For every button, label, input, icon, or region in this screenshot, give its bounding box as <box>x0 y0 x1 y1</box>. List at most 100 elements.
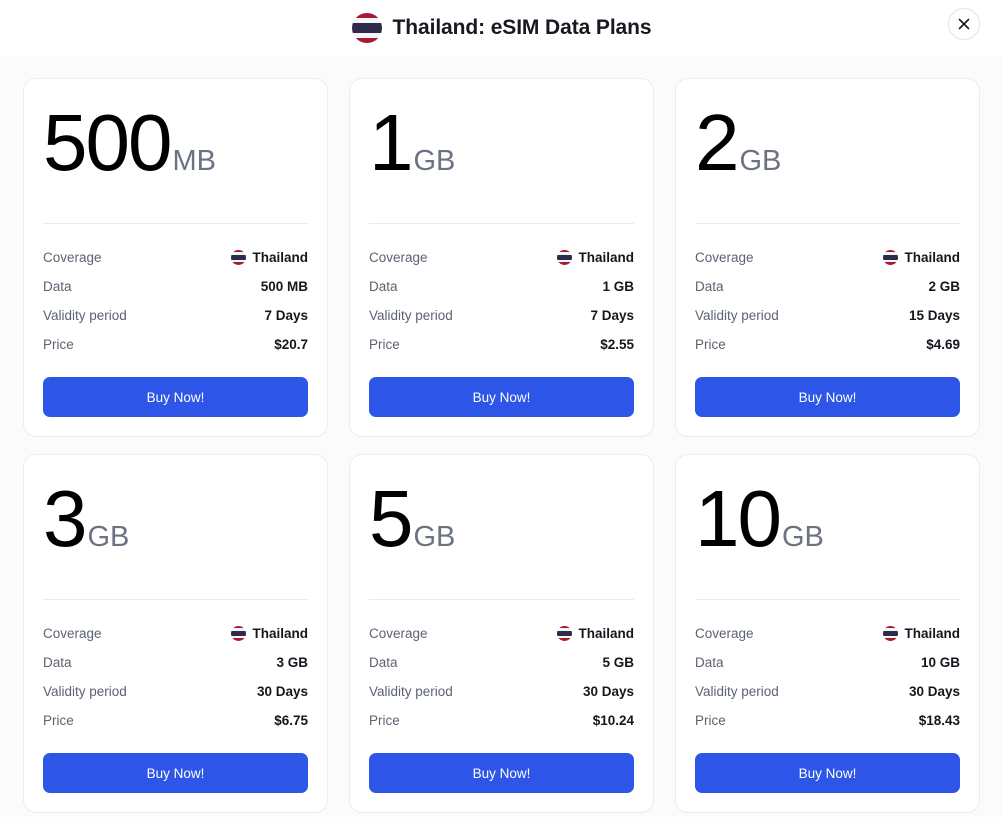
buy-now-button[interactable]: Buy Now! <box>695 377 960 417</box>
spec-label: Price <box>369 337 400 352</box>
buy-now-button[interactable]: Buy Now! <box>43 753 308 793</box>
spec-label: Coverage <box>43 250 102 265</box>
spec-row-data: Data 500 MB <box>43 279 308 294</box>
coverage-text: Thailand <box>252 626 308 641</box>
spec-value-price: $18.43 <box>918 713 960 728</box>
spec-value-coverage: Thailand <box>557 626 634 641</box>
spec-value-data: 2 GB <box>928 279 960 294</box>
spec-row-validity: Validity period 7 Days <box>369 308 634 323</box>
spec-label: Data <box>369 655 398 670</box>
plan-card: 500 MB Coverage Thailand Data 500 MB Val… <box>23 78 328 437</box>
card-divider <box>43 599 308 600</box>
spec-row-validity: Validity period 30 Days <box>43 684 308 699</box>
thailand-flag-icon <box>351 13 382 43</box>
spec-row-data: Data 1 GB <box>369 279 634 294</box>
plan-unit: GB <box>413 521 456 553</box>
spec-value-coverage: Thailand <box>883 250 960 265</box>
spec-value-price: $10.24 <box>592 713 634 728</box>
buy-now-button[interactable]: Buy Now! <box>695 753 960 793</box>
spec-row-data: Data 5 GB <box>369 655 634 670</box>
card-divider <box>369 599 634 600</box>
card-divider <box>695 223 960 224</box>
spec-label: Coverage <box>43 626 102 641</box>
coverage-text: Thailand <box>252 250 308 265</box>
plan-card: 10 GB Coverage Thailand Data 10 GB Valid… <box>675 454 980 813</box>
plan-specs: Coverage Thailand Data 5 GB Validity per… <box>369 626 634 728</box>
spec-row-price: Price $18.43 <box>695 713 960 728</box>
spec-label: Data <box>369 279 398 294</box>
plan-headline: 10 GB <box>695 475 960 587</box>
spec-row-data: Data 3 GB <box>43 655 308 670</box>
spec-row-coverage: Coverage Thailand <box>695 250 960 265</box>
thailand-flag-icon <box>231 626 247 641</box>
spec-value-price: $20.7 <box>274 337 308 352</box>
thailand-flag-icon <box>231 250 247 265</box>
close-button[interactable] <box>948 8 980 40</box>
spec-label: Data <box>43 279 72 294</box>
plan-headline: 5 GB <box>369 475 634 587</box>
spec-value-validity: 30 Days <box>908 684 960 699</box>
card-divider <box>43 223 308 224</box>
spec-value-data: 10 GB <box>920 655 960 670</box>
spec-value-validity: 7 Days <box>590 308 634 323</box>
spec-row-validity: Validity period 30 Days <box>369 684 634 699</box>
plan-specs: Coverage Thailand Data 1 GB Validity per… <box>369 250 634 352</box>
plan-specs: Coverage Thailand Data 500 MB Validity p… <box>43 250 308 352</box>
page-header: Thailand: eSIM Data Plans <box>0 0 1003 56</box>
spec-label: Coverage <box>369 250 428 265</box>
spec-label: Validity period <box>43 684 127 699</box>
coverage-text: Thailand <box>904 250 960 265</box>
plan-amount: 5 <box>369 474 413 563</box>
spec-value-validity: 30 Days <box>582 684 634 699</box>
spec-row-price: Price $20.7 <box>43 337 308 352</box>
spec-value-data: 500 MB <box>260 279 308 294</box>
plan-specs: Coverage Thailand Data 3 GB Validity per… <box>43 626 308 728</box>
coverage-text: Thailand <box>578 626 634 641</box>
spec-label: Data <box>695 279 724 294</box>
spec-row-price: Price $4.69 <box>695 337 960 352</box>
esim-plans-page: Thailand: eSIM Data Plans 500 MB Coverag… <box>0 0 1003 817</box>
spec-value-coverage: Thailand <box>557 250 634 265</box>
spec-value-data: 1 GB <box>602 279 634 294</box>
spec-label: Price <box>369 713 400 728</box>
spec-label: Price <box>695 713 726 728</box>
spec-value-coverage: Thailand <box>231 626 308 641</box>
close-icon <box>958 18 970 30</box>
spec-label: Validity period <box>43 308 127 323</box>
spec-value-data: 3 GB <box>276 655 308 670</box>
spec-row-coverage: Coverage Thailand <box>695 626 960 641</box>
spec-row-coverage: Coverage Thailand <box>369 626 634 641</box>
plan-specs: Coverage Thailand Data 2 GB Validity per… <box>695 250 960 352</box>
spec-value-validity: 15 Days <box>908 308 960 323</box>
thailand-flag-icon <box>557 250 573 265</box>
spec-row-data: Data 2 GB <box>695 279 960 294</box>
spec-label: Price <box>43 337 74 352</box>
plan-card: 3 GB Coverage Thailand Data 3 GB Validit… <box>23 454 328 813</box>
spec-value-coverage: Thailand <box>231 250 308 265</box>
plan-unit: MB <box>172 145 216 177</box>
card-divider <box>369 223 634 224</box>
thailand-flag-icon <box>883 626 899 641</box>
spec-value-data: 5 GB <box>602 655 634 670</box>
card-divider <box>695 599 960 600</box>
spec-label: Price <box>695 337 726 352</box>
spec-label: Data <box>43 655 72 670</box>
plan-amount: 500 <box>43 98 172 187</box>
spec-label: Validity period <box>695 684 779 699</box>
spec-value-price: $2.55 <box>600 337 634 352</box>
spec-row-price: Price $10.24 <box>369 713 634 728</box>
spec-row-data: Data 10 GB <box>695 655 960 670</box>
spec-value-price: $4.69 <box>926 337 960 352</box>
plan-amount: 2 <box>695 98 739 187</box>
plan-amount: 10 <box>695 474 782 563</box>
buy-now-button[interactable]: Buy Now! <box>43 377 308 417</box>
spec-row-coverage: Coverage Thailand <box>369 250 634 265</box>
plan-headline: 2 GB <box>695 99 960 211</box>
spec-row-coverage: Coverage Thailand <box>43 250 308 265</box>
buy-now-button[interactable]: Buy Now! <box>369 377 634 417</box>
buy-now-button[interactable]: Buy Now! <box>369 753 634 793</box>
plan-specs: Coverage Thailand Data 10 GB Validity pe… <box>695 626 960 728</box>
plan-unit: GB <box>781 521 824 553</box>
plan-amount: 1 <box>369 98 413 187</box>
spec-value-validity: 30 Days <box>256 684 308 699</box>
